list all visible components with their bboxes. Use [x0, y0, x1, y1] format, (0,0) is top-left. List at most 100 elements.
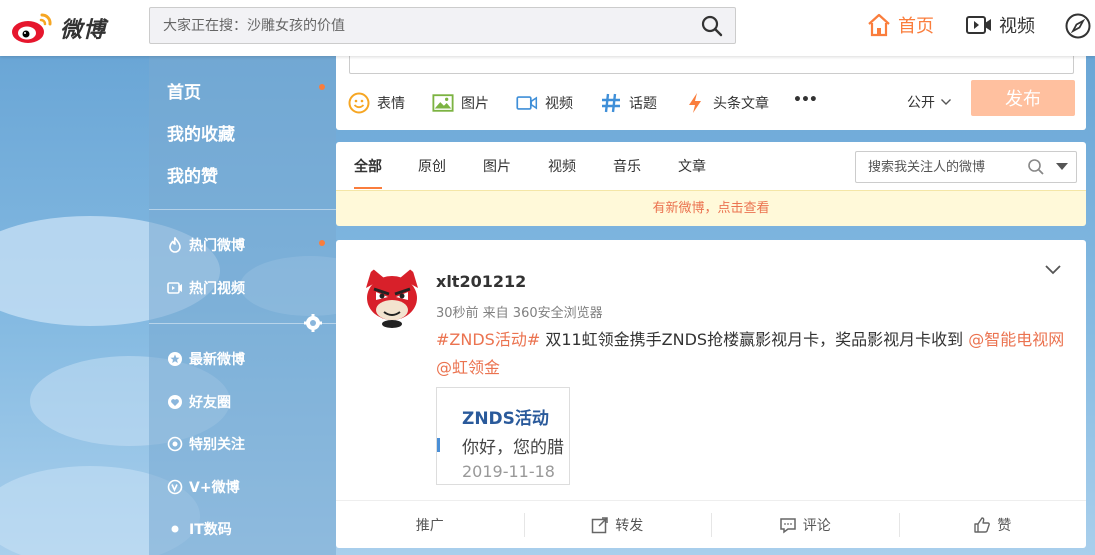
tool-topic[interactable]: 话题 [600, 92, 657, 114]
sidebar-divider [149, 209, 336, 210]
comment-icon [779, 516, 797, 534]
eye-icon [167, 436, 183, 452]
search-icon[interactable] [1027, 158, 1045, 176]
thumb-title: ZNDS活动 [462, 409, 549, 429]
feed-filter-bar: 全部 原创 图片 视频 音乐 文章 [336, 142, 1086, 190]
sidebar-item-label: 热门视频 [189, 281, 245, 297]
nav-video-label: 视频 [999, 16, 1035, 37]
sidebar-item-vplus[interactable]: V+微博 [167, 477, 240, 497]
nav-home[interactable]: 首页 [866, 12, 934, 38]
star-icon [167, 351, 183, 367]
tab-article[interactable]: 文章 [678, 156, 706, 176]
unread-dot [319, 240, 325, 246]
sidebar-item-label: IT数码 [189, 522, 232, 538]
comment-button[interactable]: 评论 [711, 501, 899, 548]
compass-icon [1065, 13, 1091, 39]
mention-link[interactable]: @虹领金 [436, 358, 500, 377]
action-label: 推广 [415, 517, 444, 534]
post-meta: 30秒前 来自 360安全浏览器 [436, 306, 603, 321]
action-label: 赞 [997, 517, 1012, 534]
sidebar-item-hot-video[interactable]: 热门视频 [167, 278, 245, 298]
tool-emoji[interactable]: 表情 [348, 92, 405, 114]
video-icon [516, 92, 538, 114]
following-search[interactable] [855, 151, 1077, 183]
tab-video[interactable]: 视频 [548, 156, 576, 176]
sidebar-item-likes[interactable]: 我的赞 [167, 162, 218, 187]
nav-discover[interactable] [1064, 12, 1092, 44]
promote-button[interactable]: 推广 [336, 501, 524, 548]
sidebar-item-hot-weibo[interactable]: 热门微博 [167, 235, 245, 255]
following-search-input[interactable] [856, 152, 1021, 182]
post-text: 双11虹领金携手ZNDS抢楼赢影视月卡，奖品影视月卡收到 [540, 330, 969, 349]
heart-icon [167, 394, 183, 410]
global-search[interactable] [149, 7, 736, 44]
sidebar-item-latest[interactable]: 最新微博 [167, 349, 245, 369]
post-username[interactable]: xlt201212 [436, 272, 526, 291]
more-tools-button[interactable]: ••• [793, 92, 818, 108]
sidebar-item-home[interactable]: 首页 [167, 78, 201, 103]
tab-images[interactable]: 图片 [483, 156, 511, 176]
nav-home-label: 首页 [898, 16, 934, 37]
sidebar-item-label: 热门微博 [189, 238, 245, 254]
visibility-select[interactable]: 公开 [907, 92, 952, 112]
emoji-icon [348, 92, 370, 114]
nav-video[interactable]: 视频 [965, 12, 1035, 38]
avatar-mascot-icon [360, 264, 424, 328]
tool-label: 表情 [377, 96, 405, 112]
dropdown-arrow-icon[interactable] [1056, 163, 1068, 170]
lightning-icon [684, 92, 706, 114]
sidebar-item-friends[interactable]: 好友圈 [167, 392, 231, 412]
post-content: #ZNDS活动# 双11虹领金携手ZNDS抢楼赢影视月卡，奖品影视月卡收到 @智… [436, 326, 1066, 382]
chevron-down-icon [941, 99, 951, 105]
thumb-accent [437, 438, 440, 452]
gear-icon[interactable] [304, 314, 322, 332]
logo-text: 微博 [60, 18, 107, 43]
sidebar-item-label: 好友圈 [189, 395, 231, 411]
tool-label: 头条文章 [713, 96, 769, 112]
chevron-down-icon[interactable] [1044, 264, 1062, 276]
post-image-thumbnail[interactable]: ZNDS活动 你好，您的腊 2019-11-18 [436, 387, 570, 485]
home-icon [868, 13, 890, 37]
fire-icon [167, 237, 183, 253]
tool-image[interactable]: 图片 [432, 92, 489, 114]
repost-button[interactable]: 转发 [523, 501, 712, 548]
thumb-date: 2019-11-18 [462, 462, 555, 481]
avatar[interactable] [360, 264, 424, 328]
mention-link[interactable]: @智能电视网 [968, 330, 1064, 349]
tool-article[interactable]: 头条文章 [684, 92, 769, 114]
top-navbar: 微博 首页 视频 [0, 0, 1095, 56]
vplus-icon [167, 479, 183, 495]
video-icon [167, 280, 183, 296]
global-search-input[interactable] [150, 8, 670, 43]
new-posts-notice[interactable]: 有新微博，点击查看 [336, 190, 1086, 226]
tab-all[interactable]: 全部 [354, 156, 382, 189]
image-icon [432, 92, 454, 114]
share-icon [591, 516, 609, 534]
tab-music[interactable]: 音乐 [613, 156, 641, 176]
tool-video[interactable]: 视频 [516, 92, 573, 114]
tool-label: 视频 [545, 96, 573, 112]
sidebar-item-special[interactable]: 特别关注 [167, 434, 245, 454]
left-sidebar: 首页 我的收藏 我的赞 热门微博 热门视频 最新微博 好友圈 特别关注 V+微博… [149, 56, 336, 555]
tool-label: 图片 [461, 96, 489, 112]
weibo-logo-icon [12, 13, 52, 43]
tab-original[interactable]: 原创 [418, 156, 446, 176]
sidebar-item-label: 最新微博 [189, 352, 245, 368]
weibo-logo[interactable]: 微博 [10, 8, 120, 48]
topic-link[interactable]: #ZNDS活动# [436, 330, 540, 349]
sidebar-item-it[interactable]: IT数码 [167, 519, 232, 539]
tool-label: 话题 [629, 96, 657, 112]
hashtag-icon [600, 92, 622, 114]
post-actions: 推广 转发 评论 赞 [336, 500, 1086, 548]
thumb-text: 你好，您的腊 [462, 438, 564, 458]
publish-button[interactable]: 发布 [971, 80, 1075, 116]
search-icon[interactable] [701, 15, 723, 37]
publish-textarea[interactable] [349, 56, 1074, 74]
like-button[interactable]: 赞 [898, 501, 1087, 548]
like-icon [973, 516, 991, 534]
sidebar-item-label: 特别关注 [189, 437, 245, 453]
unread-dot [319, 84, 325, 90]
sidebar-item-favorites[interactable]: 我的收藏 [167, 120, 235, 145]
feed-card: xlt201212 30秒前 来自 360安全浏览器 #ZNDS活动# 双11虹… [336, 240, 1086, 548]
visibility-label: 公开 [907, 95, 935, 111]
